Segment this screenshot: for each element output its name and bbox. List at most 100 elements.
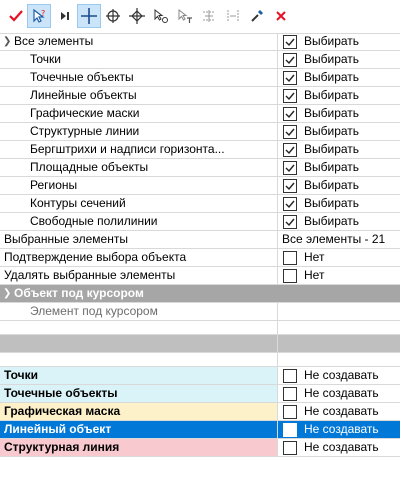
element-under-cursor-row: Элемент под курсором xyxy=(0,303,400,321)
row-label: Выбранные элементы xyxy=(4,232,128,246)
checkbox[interactable] xyxy=(283,197,297,211)
row-value: Все элементы - 21 xyxy=(282,232,386,246)
row-value: Выбирать xyxy=(304,196,360,210)
select-pointer-icon[interactable]: ? xyxy=(27,4,51,28)
row-label: Линейный объект xyxy=(4,422,112,436)
tree-row-all-elements[interactable]: ❯ Все элементы Выбирать xyxy=(0,33,400,51)
checkbox[interactable] xyxy=(283,125,297,139)
checkbox[interactable] xyxy=(283,53,297,67)
tree-row[interactable]: Свободные полилинии Выбирать xyxy=(0,213,400,231)
tree-row[interactable]: Графические маски Выбирать xyxy=(0,105,400,123)
row-value: Выбирать xyxy=(304,178,360,192)
checkbox[interactable] xyxy=(283,107,297,121)
checkbox[interactable] xyxy=(283,179,297,193)
checkbox[interactable] xyxy=(283,387,297,401)
select-distance-icon[interactable] xyxy=(221,4,245,28)
target-plus-icon[interactable] xyxy=(101,4,125,28)
close-icon[interactable] xyxy=(269,4,293,28)
row-label: Точки xyxy=(4,368,38,382)
tree-row[interactable]: Структурные линии Выбирать xyxy=(0,123,400,141)
chevron-down-icon[interactable]: ❯ xyxy=(3,286,11,301)
checkbox[interactable] xyxy=(283,441,297,455)
toolbar: ? xyxy=(0,0,400,34)
row-label: Точечные объекты xyxy=(30,70,134,84)
confirm-selection-row[interactable]: Подтверждение выбора объекта Нет xyxy=(0,249,400,267)
row-value: Нет xyxy=(304,268,325,282)
row-label: Графическая маска xyxy=(4,404,121,418)
create-row-points[interactable]: Точки Не создавать xyxy=(0,367,400,385)
row-label: Все элементы xyxy=(14,34,94,48)
row-label: Графические маски xyxy=(30,106,140,120)
row-value: Выбирать xyxy=(304,214,360,228)
row-value: Не создавать xyxy=(304,386,379,400)
tree-row[interactable]: Линейные объекты Выбирать xyxy=(0,87,400,105)
row-value: Выбирать xyxy=(304,142,360,156)
category-cursor-object[interactable]: ❯ Объект под курсором xyxy=(0,285,400,303)
tree-row[interactable]: Регионы Выбирать xyxy=(0,177,400,195)
row-value: Не создавать xyxy=(304,422,379,436)
row-label: Бергштрихи и надписи горизонта... xyxy=(30,142,225,156)
row-label: Точки xyxy=(30,52,62,66)
row-value: Не создавать xyxy=(304,440,379,454)
target-diamond-icon[interactable] xyxy=(125,4,149,28)
row-value: Не создавать xyxy=(304,404,379,418)
row-label: Площадные объекты xyxy=(30,160,149,174)
row-label: Регионы xyxy=(30,178,78,192)
delete-selected-row[interactable]: Удалять выбранные элементы Нет xyxy=(0,267,400,285)
row-value: Выбирать xyxy=(304,160,360,174)
checkbox[interactable] xyxy=(283,89,297,103)
tree-row[interactable]: Бергштрихи и надписи горизонта... Выбира… xyxy=(0,141,400,159)
row-value: Выбирать xyxy=(304,88,360,102)
row-label: Точечные объекты xyxy=(4,386,118,400)
create-row-linear-object[interactable]: Линейный объект Не создавать xyxy=(0,421,400,439)
empty-row xyxy=(0,335,400,353)
checkbox[interactable] xyxy=(283,215,297,229)
crosshair-icon[interactable] xyxy=(77,4,101,28)
row-label: Элемент под курсором xyxy=(30,304,158,318)
row-label: Контуры сечений xyxy=(30,196,126,210)
checkbox[interactable] xyxy=(283,71,297,85)
row-value: Не создавать xyxy=(304,368,379,382)
checkbox[interactable] xyxy=(283,405,297,419)
row-label: Структурные линии xyxy=(30,124,140,138)
tree-row[interactable]: Площадные объекты Выбирать xyxy=(0,159,400,177)
select-area-icon[interactable] xyxy=(197,4,221,28)
row-label: Свободные полилинии xyxy=(30,214,158,228)
selected-elements-row[interactable]: Выбранные элементы Все элементы - 21 xyxy=(0,231,400,249)
checkbox[interactable] xyxy=(283,143,297,157)
spacer-row xyxy=(0,321,400,335)
svg-text:?: ? xyxy=(41,9,45,18)
create-row-graphic-mask[interactable]: Графическая маска Не создавать xyxy=(0,403,400,421)
tree-row[interactable]: Точки Выбирать xyxy=(0,51,400,69)
create-row-point-objects[interactable]: Точечные объекты Не создавать xyxy=(0,385,400,403)
grid-empty-area xyxy=(0,457,400,494)
checkbox[interactable] xyxy=(283,369,297,383)
row-label: Линейные объекты xyxy=(30,88,137,102)
checkbox[interactable] xyxy=(283,35,297,49)
checkbox[interactable] xyxy=(283,269,297,283)
property-grid: ❯ Все элементы Выбирать Точки Выбирать Т… xyxy=(0,33,400,494)
chevron-down-icon[interactable]: ❯ xyxy=(3,34,11,49)
tree-row[interactable]: Точечные объекты Выбирать xyxy=(0,69,400,87)
checkbox[interactable] xyxy=(283,423,297,437)
row-value: Выбирать xyxy=(304,70,360,84)
row-value: Выбирать xyxy=(304,52,360,66)
row-label: Подтверждение выбора объекта xyxy=(4,250,187,264)
eyedropper-icon[interactable] xyxy=(245,4,269,28)
category-label: Объект под курсором xyxy=(14,286,144,300)
row-value: Выбирать xyxy=(304,34,360,48)
checkbox[interactable] xyxy=(283,161,297,175)
select-text-icon[interactable] xyxy=(173,4,197,28)
tree-row[interactable]: Контуры сечений Выбирать xyxy=(0,195,400,213)
row-label: Удалять выбранные элементы xyxy=(4,268,176,282)
row-label: Структурная линия xyxy=(4,440,120,454)
checkbox[interactable] xyxy=(283,251,297,265)
check-icon[interactable] xyxy=(4,4,28,28)
row-value: Нет xyxy=(304,250,325,264)
select-node-icon[interactable] xyxy=(149,4,173,28)
row-value: Выбирать xyxy=(304,106,360,120)
create-row-structural-line[interactable]: Структурная линия Не создавать xyxy=(0,439,400,457)
row-value: Выбирать xyxy=(304,124,360,138)
next-icon[interactable] xyxy=(53,4,77,28)
spacer-row xyxy=(0,353,400,367)
